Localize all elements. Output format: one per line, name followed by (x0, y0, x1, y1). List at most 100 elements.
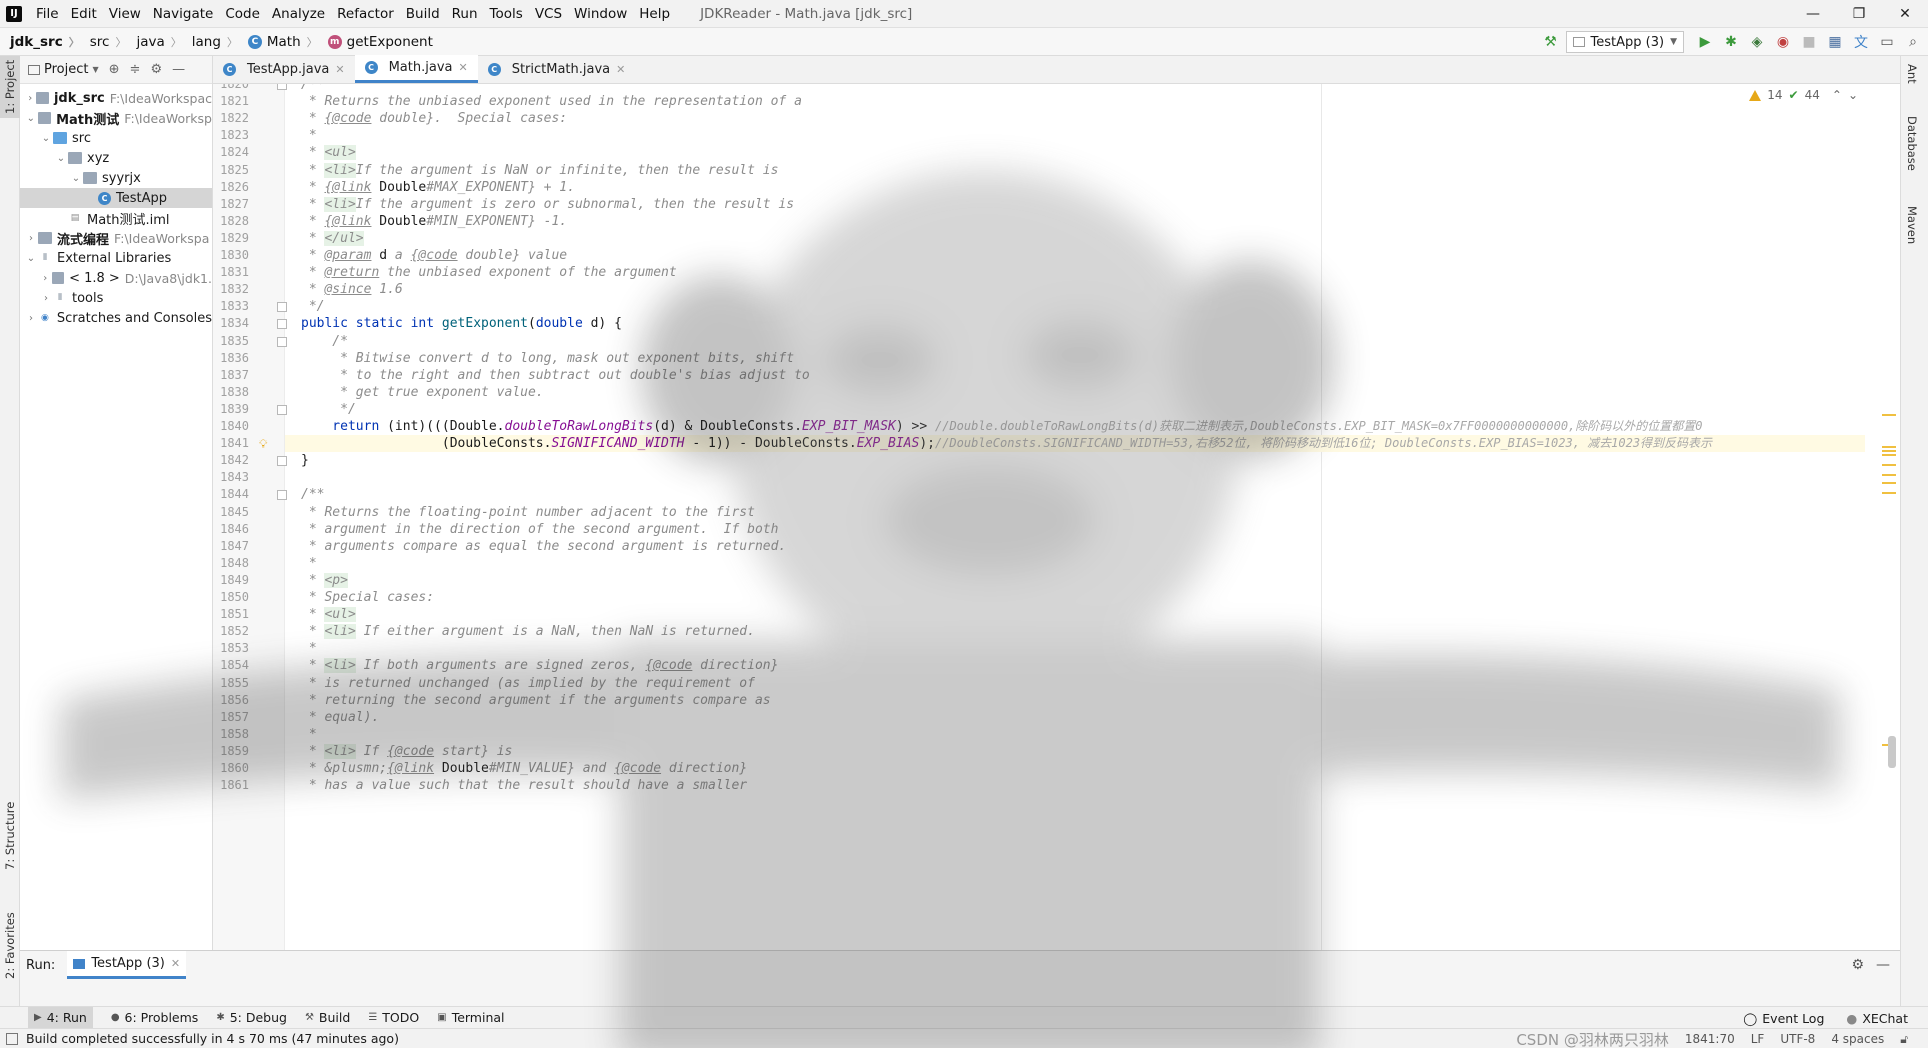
close-icon[interactable]: ✕ (1882, 0, 1928, 28)
line-gutter[interactable]: 1820 1821 1822 1823 1824 1825 1826 1827 1828 1829… (213, 84, 287, 950)
line-number[interactable]: 1854 (213, 657, 249, 674)
indent-setting[interactable]: 4 spaces (1831, 1032, 1884, 1046)
run-tab-testapp[interactable]: TestApp (3) ✕ (67, 951, 187, 979)
code-line[interactable]: * (285, 726, 1865, 743)
breadcrumb-item[interactable]: jdk_src 〉 (0, 34, 80, 50)
minimize-icon[interactable]: — (1790, 0, 1836, 28)
tool-window-problems[interactable]: ● 6: Problems (111, 1010, 199, 1025)
line-number[interactable]: 1847 (213, 538, 249, 555)
code-line[interactable]: /** (285, 486, 1865, 503)
search-icon[interactable]: ⌕ (1902, 31, 1924, 53)
gear-icon[interactable]: ⚙ (1851, 957, 1864, 973)
code-line[interactable]: * (285, 127, 1865, 144)
line-number[interactable]: 1852 (213, 623, 249, 640)
tree-node[interactable]: › 流式编程 F:\IdeaWorkspa (20, 228, 212, 248)
profile-icon[interactable]: ◉ (1772, 31, 1794, 53)
line-number[interactable]: 1843 (213, 469, 249, 486)
code-line[interactable]: * Special cases: (285, 589, 1865, 606)
breadcrumb-item[interactable]: m getExponent (318, 34, 433, 50)
close-icon[interactable]: ✕ (458, 61, 467, 74)
maximize-icon[interactable]: ❐ (1836, 0, 1882, 28)
line-number[interactable]: 1841 (213, 435, 249, 452)
code-line[interactable] (285, 469, 1865, 486)
line-number[interactable]: 1837 (213, 367, 249, 384)
structure-tool-tab[interactable]: 7: Structure (0, 796, 20, 876)
line-number[interactable]: 1845 (213, 504, 249, 521)
code-line[interactable]: */ (285, 298, 1865, 315)
build-hammer-icon[interactable]: ⚒ (1540, 31, 1562, 53)
tool-window-build[interactable]: ⚒ Build (305, 1010, 350, 1025)
code-line[interactable]: * {@link Double#MIN_EXPONENT} -1. (285, 213, 1865, 230)
code-line[interactable]: * {@code double}. Special cases: (285, 110, 1865, 127)
line-number[interactable]: 1859 (213, 743, 249, 760)
editor-tab[interactable]: C StrictMath.java ✕ (478, 55, 636, 83)
scroll-marker[interactable] (1882, 454, 1896, 456)
tool-window-run[interactable]: ▶ 4: Run (28, 1006, 93, 1029)
line-number[interactable]: 1823 (213, 127, 249, 144)
scroll-marker[interactable] (1882, 492, 1896, 494)
line-number[interactable]: 1821 (213, 93, 249, 110)
editor-tab[interactable]: C Math.java ✕ (354, 55, 478, 83)
line-number[interactable]: 1832 (213, 281, 249, 298)
tree-node[interactable]: › < 1.8 > D:\Java8\jdk1. (20, 268, 212, 288)
menu-build[interactable]: Build (400, 6, 446, 22)
menu-navigate[interactable]: Navigate (147, 6, 220, 22)
line-number[interactable]: 1849 (213, 572, 249, 589)
chevron-down-icon[interactable]: ⌄ (54, 153, 68, 164)
tree-node[interactable]: ⌄ Math测试 F:\IdeaWorksp (20, 108, 212, 128)
code-area[interactable]: /** * Returns the unbiased exponent used… (285, 84, 1865, 950)
breadcrumb-item[interactable]: C Math 〉 (238, 34, 318, 50)
code-line[interactable]: * is returned unchanged (as implied by t… (285, 675, 1865, 692)
tool-window-terminal[interactable]: ▣ Terminal (437, 1010, 504, 1025)
code-line[interactable]: (DoubleConsts.SIGNIFICAND_WIDTH - 1)) - … (285, 435, 1865, 452)
close-icon[interactable]: ✕ (335, 63, 344, 76)
scroll-marker[interactable] (1882, 414, 1896, 416)
menu-help[interactable]: Help (633, 6, 676, 22)
line-number[interactable]: 1831 (213, 264, 249, 281)
close-icon[interactable]: ✕ (616, 63, 625, 76)
project-tool-tab[interactable]: 1: Project (0, 56, 20, 118)
code-line[interactable]: * <p> (285, 572, 1865, 589)
close-icon[interactable]: ✕ (171, 957, 180, 970)
code-line[interactable]: * equal). (285, 709, 1865, 726)
coverage-icon[interactable]: ◈ (1746, 31, 1768, 53)
status-square-icon[interactable] (6, 1032, 18, 1045)
xechat-button[interactable]: ● XEChat (1846, 1011, 1908, 1026)
menu-tools[interactable]: Tools (484, 6, 529, 22)
scroll-marker[interactable] (1882, 482, 1896, 484)
line-number[interactable]: 1826 (213, 179, 249, 196)
run-icon[interactable]: ▶ (1694, 31, 1716, 53)
menu-view[interactable]: View (103, 6, 147, 22)
menu-code[interactable]: Code (219, 6, 266, 22)
line-number[interactable]: 1844 (213, 486, 249, 503)
line-number[interactable]: 1855 (213, 675, 249, 692)
code-line[interactable]: * argument in the direction of the secon… (285, 521, 1865, 538)
chevron-right-icon[interactable]: › (24, 233, 38, 244)
tree-node[interactable]: › ⫴ tools (20, 288, 212, 308)
code-line[interactable]: * @return the unbiased exponent of the a… (285, 264, 1865, 281)
chevron-down-icon[interactable]: ⌄ (24, 253, 38, 264)
code-line[interactable]: public static int getExponent(double d) … (285, 315, 1865, 332)
layout-icon[interactable]: ▭ (1876, 31, 1898, 53)
stop-icon[interactable]: ■ (1798, 31, 1820, 53)
code-line[interactable]: * {@link Double#MAX_EXPONENT} + 1. (285, 179, 1865, 196)
status-message[interactable]: Build completed successfully in 4 s 70 m… (26, 1031, 399, 1046)
file-encoding[interactable]: UTF-8 (1780, 1032, 1815, 1046)
line-number[interactable]: 1856 (213, 692, 249, 709)
chevron-right-icon[interactable]: › (39, 273, 52, 284)
breadcrumb-item[interactable]: java 〉 (126, 34, 181, 50)
line-number[interactable]: 1846 (213, 521, 249, 538)
tool-window-todo[interactable]: ☰ TODO (368, 1010, 419, 1025)
line-number[interactable]: 1827 (213, 196, 249, 213)
collapse-all-icon[interactable]: ≑ (130, 62, 141, 77)
code-line[interactable]: return (int)(((Double.doubleToRawLongBit… (285, 418, 1865, 435)
line-number[interactable]: 1822 (213, 110, 249, 127)
line-number[interactable]: 1835 (213, 333, 249, 350)
code-line[interactable]: * returning the second argument if the a… (285, 692, 1865, 709)
code-editor[interactable]: 1820 1821 1822 1823 1824 1825 1826 1827 1828 1829… (213, 84, 1900, 950)
caret-position[interactable]: 1841:70 (1685, 1032, 1735, 1046)
tree-node[interactable]: › jdk_src F:\IdeaWorkspac (20, 88, 212, 108)
chevron-down-icon[interactable]: ⌄ (1848, 88, 1858, 102)
code-line[interactable]: * Bitwise convert d to long, mask out ex… (285, 350, 1865, 367)
menu-window[interactable]: Window (568, 6, 633, 22)
